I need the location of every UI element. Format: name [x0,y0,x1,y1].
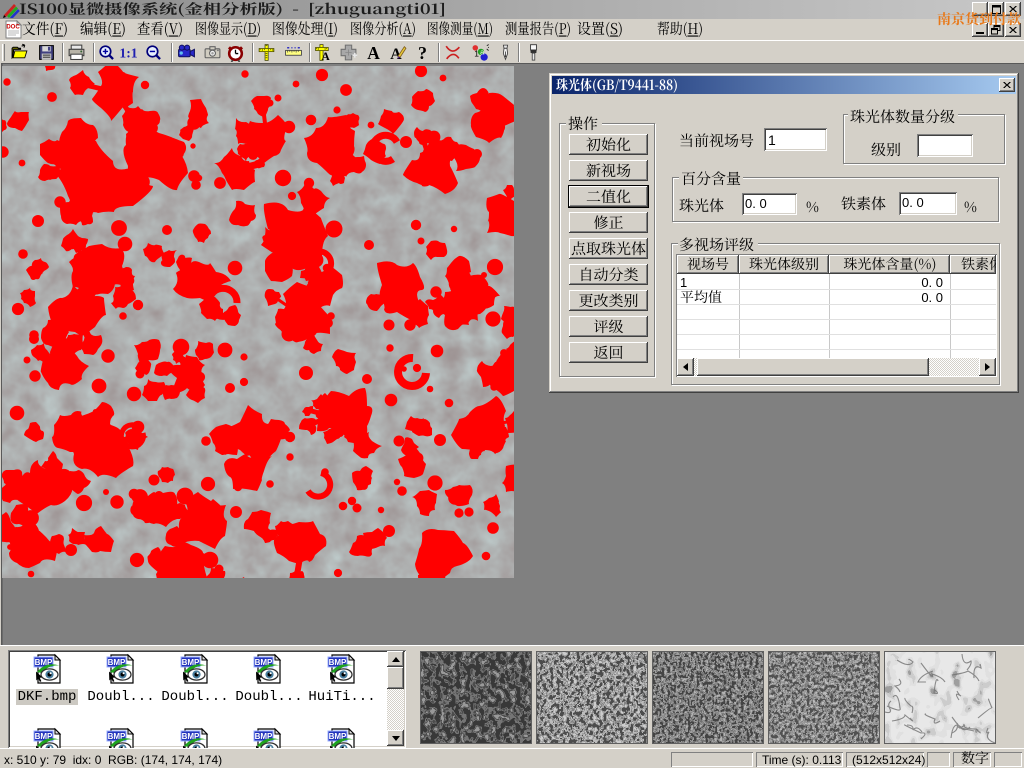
svg-text:3: 3 [486,43,489,52]
svg-text:1:1: 1:1 [119,45,137,60]
svg-text:1: 1 [474,49,479,59]
svg-text:?: ? [418,43,427,62]
svg-text:A: A [321,50,330,62]
svg-text:DOC: DOC [6,25,20,31]
svg-text:A: A [367,43,380,62]
